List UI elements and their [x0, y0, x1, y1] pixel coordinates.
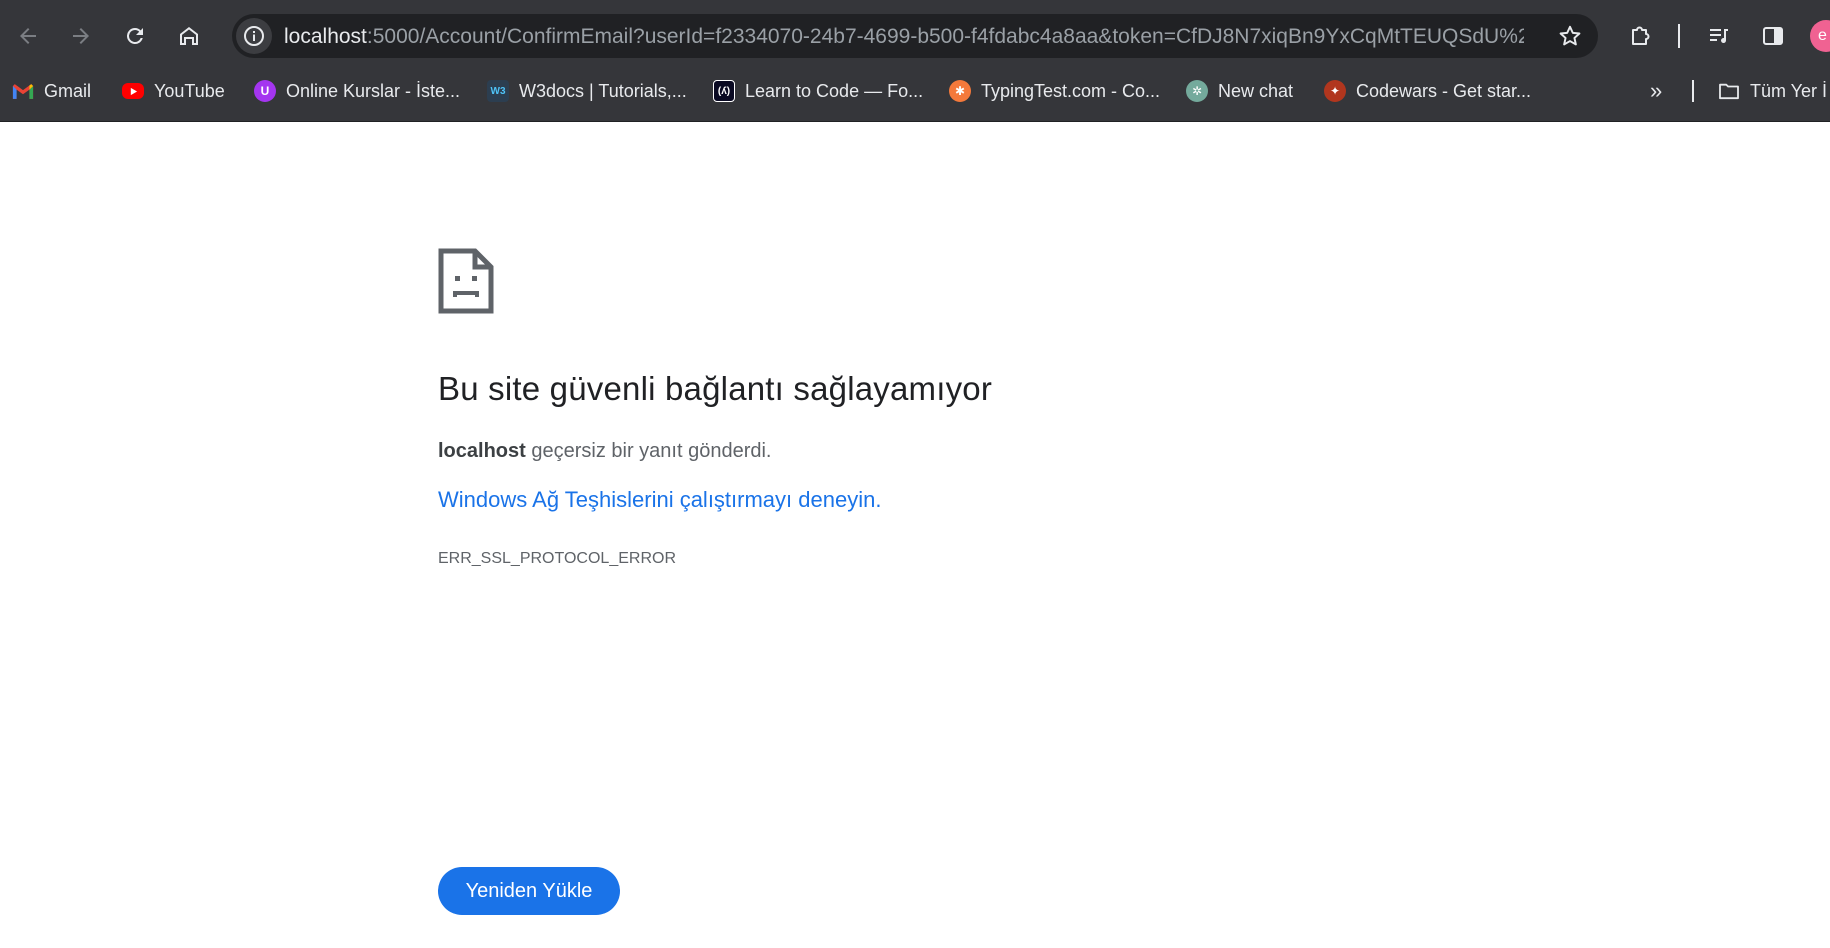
- bookmark-udemy[interactable]: U Online Kurslar - İste...: [254, 72, 460, 110]
- home-icon: [180, 27, 198, 45]
- playlist-music-icon: [1710, 29, 1728, 43]
- bookmark-freecodecamp[interactable]: (ʎ) Learn to Code — Fo...: [713, 72, 923, 110]
- bookmark-label: Tüm Yer İ: [1750, 80, 1828, 101]
- gmail-icon: [12, 80, 34, 102]
- bookmark-label: Codewars - Get star...: [1356, 80, 1532, 101]
- profile-avatar[interactable]: e: [1810, 20, 1830, 52]
- error-description-text: geçersiz bir yanıt gönderdi.: [525, 440, 772, 462]
- url-text[interactable]: localhost:5000/Account/ConfirmEmail?user…: [284, 25, 1524, 49]
- reload-icon: [126, 27, 143, 44]
- bookmark-codewars[interactable]: ✦ Codewars - Get star...: [1324, 72, 1531, 110]
- bookmark-label: Learn to Code — Fo...: [745, 80, 924, 101]
- folder-icon: [1718, 80, 1740, 102]
- bookmark-youtube[interactable]: YouTube: [122, 72, 225, 110]
- network-diagnostics-link[interactable]: Windows Ağ Teşhislerini çalıştırmayı den…: [438, 487, 881, 513]
- bookmark-label: W3docs | Tutorials,...: [519, 80, 687, 101]
- media-controls-button[interactable]: [1701, 18, 1737, 54]
- url-path: :5000/Account/ConfirmEmail?userId=f23340…: [366, 25, 1524, 48]
- bookmark-label: Gmail: [44, 80, 92, 101]
- bookmark-gmail[interactable]: Gmail: [12, 72, 91, 110]
- error-code: ERR_SSL_PROTOCOL_ERROR: [438, 550, 676, 567]
- sad-document-icon: [438, 248, 494, 314]
- profile-initial: e: [1818, 27, 1827, 44]
- site-info-button[interactable]: [236, 18, 272, 54]
- address-bar[interactable]: localhost:5000/Account/ConfirmEmail?user…: [232, 14, 1598, 58]
- browser-chrome: localhost:5000/Account/ConfirmEmail?user…: [0, 0, 1830, 122]
- bookmark-typingtest[interactable]: ✱ TypingTest.com - Co...: [949, 72, 1160, 110]
- browser-toolbar: localhost:5000/Account/ConfirmEmail?user…: [0, 14, 1830, 58]
- bookmark-w3docs[interactable]: W3 W3docs | Tutorials,...: [487, 72, 687, 110]
- arrow-left-icon: [20, 28, 36, 44]
- bookmark-star-button[interactable]: [1556, 22, 1584, 50]
- bookmark-label: YouTube: [154, 80, 225, 101]
- home-button[interactable]: [171, 18, 207, 54]
- bookmark-label: TypingTest.com - Co...: [981, 80, 1161, 101]
- bookmarks-bar: Gmail YouTube U Online Kurslar - İste...…: [0, 72, 1830, 110]
- side-panel-icon: [1763, 27, 1783, 45]
- codewars-icon: ✦: [1324, 80, 1346, 102]
- more-bookmarks-button[interactable]: »: [1650, 72, 1662, 110]
- info-icon: [244, 26, 264, 46]
- toolbar-divider: [1678, 24, 1680, 48]
- extensions-button[interactable]: [1622, 18, 1658, 54]
- reload-toolbar-button[interactable]: [117, 18, 153, 54]
- w3docs-icon: W3: [487, 80, 509, 102]
- side-panel-button[interactable]: [1755, 18, 1791, 54]
- error-host: localhost: [438, 440, 526, 462]
- bookmark-label: Online Kurslar - İste...: [286, 80, 461, 101]
- bookmarks-divider: [1692, 80, 1694, 102]
- arrow-right-icon: [73, 28, 89, 44]
- typingtest-icon: ✱: [949, 80, 971, 102]
- double-chevron-right-icon: »: [1650, 78, 1663, 103]
- forward-button[interactable]: [63, 18, 99, 54]
- error-description: localhost geçersiz bir yanıt gönderdi.: [438, 440, 771, 463]
- puzzle-icon: [1632, 26, 1650, 45]
- freecodecamp-icon: (ʎ): [713, 80, 735, 102]
- udemy-icon: U: [254, 80, 276, 102]
- all-bookmarks-folder[interactable]: Tüm Yer İ: [1718, 72, 1827, 110]
- error-page: Bu site güvenli bağlantı sağlayamıyor lo…: [0, 122, 1830, 948]
- youtube-icon: [122, 83, 144, 99]
- reload-page-button[interactable]: Yeniden Yükle: [438, 867, 620, 915]
- star-icon: [1559, 25, 1581, 46]
- chatgpt-icon: ✲: [1186, 80, 1208, 102]
- url-host: localhost: [284, 25, 367, 48]
- bookmark-new-chat[interactable]: ✲ New chat: [1186, 72, 1293, 110]
- bookmark-label: New chat: [1218, 80, 1294, 101]
- back-button[interactable]: [10, 18, 46, 54]
- error-title: Bu site güvenli bağlantı sağlayamıyor: [438, 370, 993, 407]
